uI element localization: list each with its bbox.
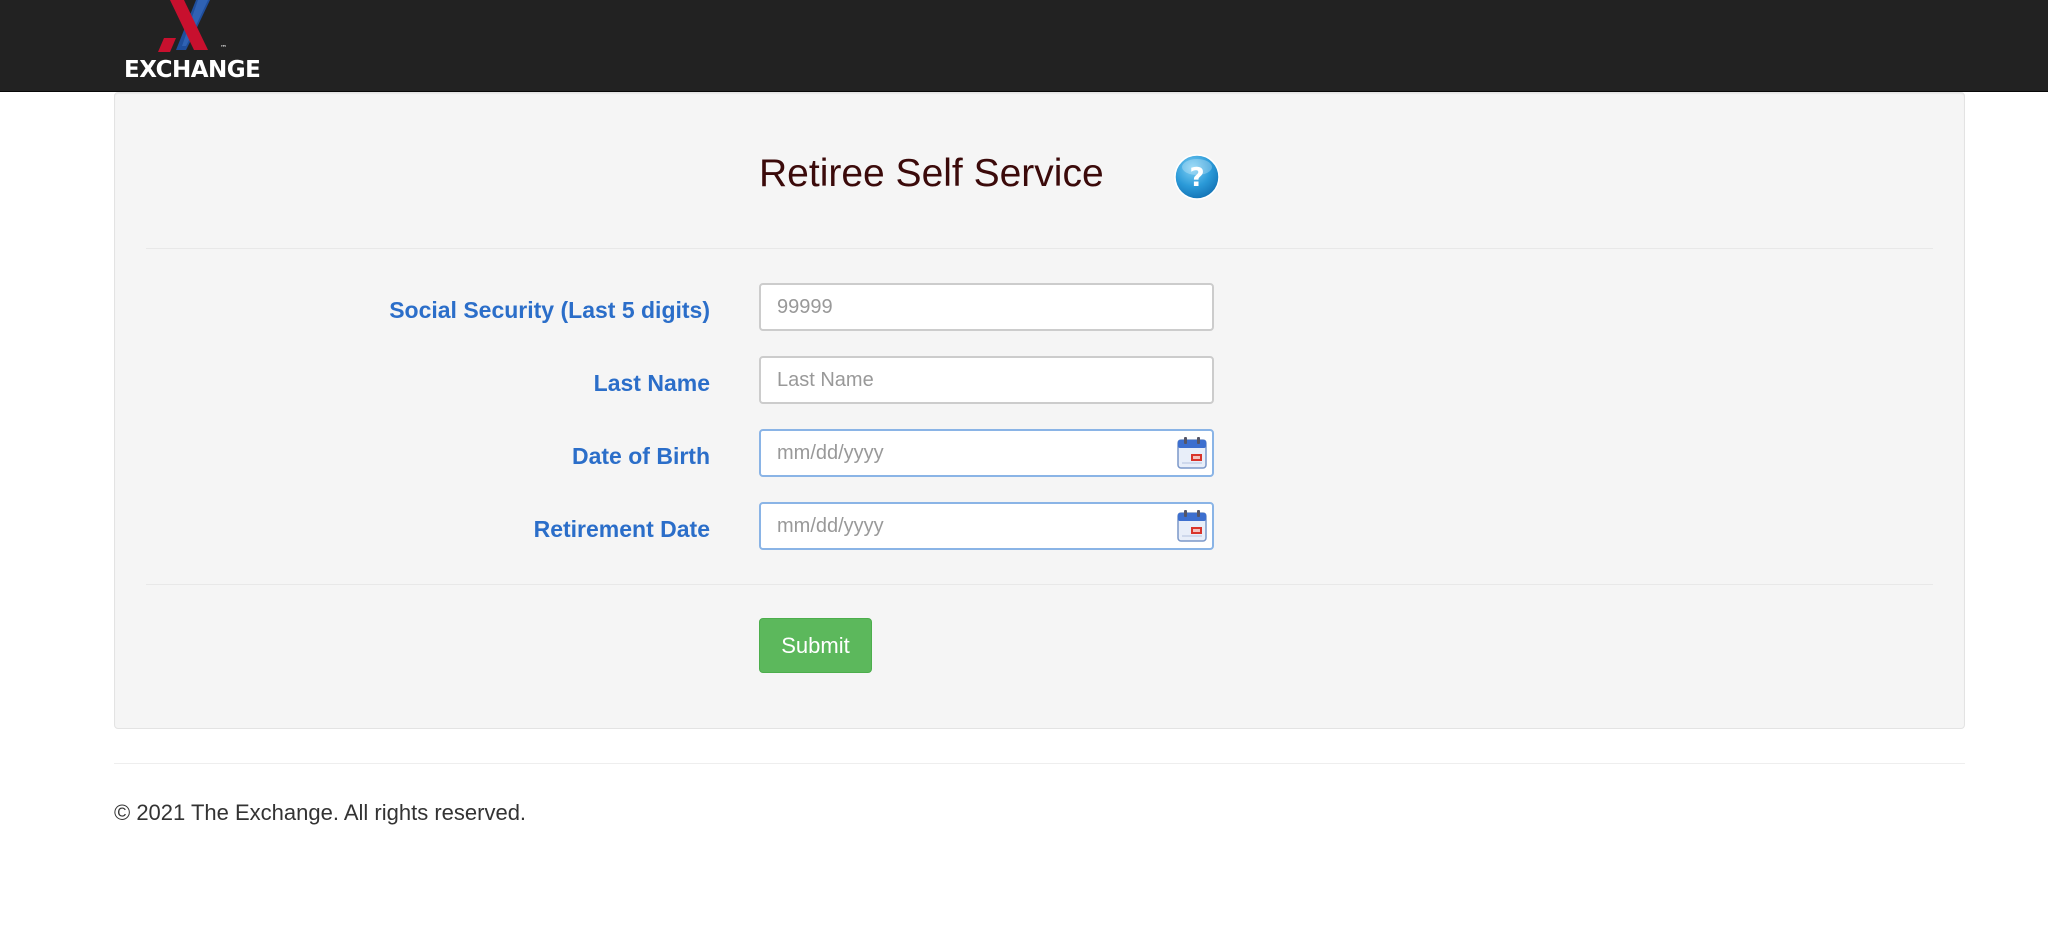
submit-button[interactable]: Submit <box>759 618 872 673</box>
retirement-date-label: Retirement Date <box>533 516 710 542</box>
retirement-date-input[interactable] <box>759 502 1214 550</box>
ssn-label: Social Security (Last 5 digits) <box>389 297 710 323</box>
exchange-x-logo-icon <box>158 0 210 52</box>
copyright-text: © 2021 The Exchange. All rights reserved… <box>114 800 527 825</box>
logo-text: EXCHANGE <box>124 57 261 83</box>
ssn-input[interactable] <box>759 283 1214 331</box>
last-name-input[interactable] <box>759 356 1214 404</box>
divider-top <box>146 248 1933 249</box>
top-navbar: ™ EXCHANGE <box>0 0 2048 92</box>
date-of-birth-label: Date of Birth <box>572 443 710 469</box>
divider-bottom <box>146 584 1933 585</box>
date-of-birth-input[interactable] <box>759 429 1214 477</box>
trademark-mark: ™ <box>220 44 227 52</box>
calendar-icon[interactable] <box>1176 509 1208 543</box>
footer-divider <box>114 763 1965 764</box>
exchange-logo[interactable]: ™ EXCHANGE <box>124 0 261 88</box>
calendar-icon[interactable] <box>1176 436 1208 470</box>
last-name-label: Last Name <box>593 370 710 396</box>
svg-text:?: ? <box>1189 163 1204 193</box>
question-circle-icon[interactable]: ? <box>1174 154 1220 200</box>
page-title: Retiree Self Service <box>759 152 1104 195</box>
